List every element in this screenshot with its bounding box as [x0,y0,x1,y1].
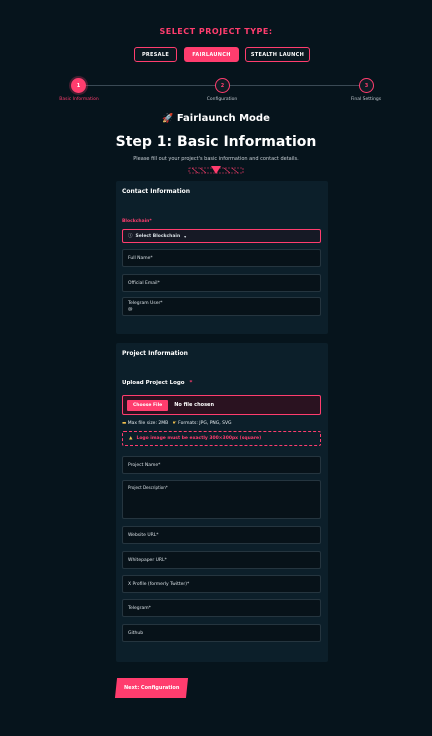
full-name-field[interactable]: Full Name* [122,249,321,267]
website-url-field[interactable]: Website URL* [122,526,321,544]
presale-button[interactable]: PRESALE [134,47,177,62]
logo-file-input[interactable]: Choose File No file chosen [122,395,321,415]
file-requirements: ▬ Max file size: 2MB ☛ Formats: JPG, PNG… [122,421,232,426]
project-name-field[interactable]: Project Name* [122,456,321,474]
hand-icon: ☛ [172,421,177,426]
project-description-field[interactable]: Project Description* [122,480,321,519]
choose-file-button[interactable]: Choose File [127,399,169,411]
no-file-text: No file chosen [174,402,215,408]
formats-text: Formats: JPG, PNG, SVG [178,421,232,426]
step-1-indicator[interactable]: 1 [71,78,86,93]
max-size-text: Max file size: 2MB [127,421,169,426]
blockchain-icon: ⓘ [128,234,133,239]
blockchain-select-value: Select Blockchain [135,233,181,239]
blockchain-label: Blockchain* [122,219,152,224]
project-type-title: SELECT PROJECT TYPE: [159,27,273,36]
x-profile-field[interactable]: X Profile (formerly Twitter)* [122,575,321,593]
upload-logo-label: Upload Project Logo [122,380,185,386]
step-connector-2 [230,85,360,86]
whitepaper-url-field[interactable]: Whitepaper URL* [122,551,321,569]
warning-icon: ▲ [129,436,133,441]
telegram-user-field[interactable]: Telegram User* @ [122,297,321,316]
step-3-label: Final Settings [350,97,382,102]
required-mark: * [189,380,193,386]
upload-logo-heading: Upload Project Logo * [122,380,192,386]
step-title: Step 1: Basic Information [115,134,317,150]
at-icon: @ [128,307,133,312]
rocket-icon: 🚀 [162,114,174,124]
fairlaunch-button[interactable]: FAIRLAUNCH [184,47,239,62]
telegram-user-placeholder: Telegram User* [128,301,163,306]
folder-icon: ▬ [122,421,127,426]
step-connector-1 [79,85,217,86]
logo-size-warning: ▲ Logo image must be exactly 300×300px (… [122,431,321,446]
step-2-label: Configuration [206,97,238,102]
mode-heading: 🚀 Fairlaunch Mode [0,113,432,124]
official-email-field[interactable]: Official Email* [122,274,321,292]
decorative-divider-icon [188,166,244,174]
next-configuration-button[interactable]: Next: Configuration [114,678,189,698]
blockchain-select[interactable]: ⓘ Select Blockchain ▾ [122,229,321,243]
telegram-field[interactable]: Telegram* [122,599,321,617]
chevron-down-icon: ▾ [184,233,187,239]
step-3-indicator[interactable]: 3 [359,78,374,93]
next-button-label: Next: Configuration [123,685,180,691]
mode-title: Fairlaunch Mode [176,113,270,124]
step-2-indicator[interactable]: 2 [215,78,230,93]
stealth-launch-button[interactable]: STEALTH LAUNCH [245,47,310,62]
project-info-title: Project Information [122,350,188,357]
contact-info-title: Contact Information [122,188,191,195]
warning-text: Logo image must be exactly 300×300px (sq… [136,436,262,441]
step-1-label: Basic Information [59,97,99,102]
step-description: Please fill out your project's basic inf… [133,156,299,162]
github-field[interactable]: Github [122,624,321,642]
